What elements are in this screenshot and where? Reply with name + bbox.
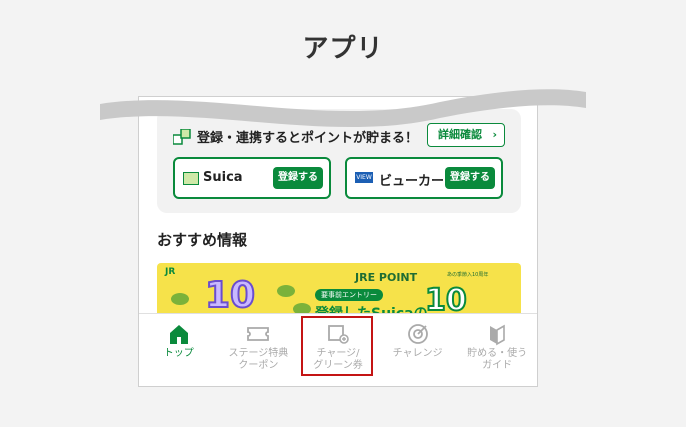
tab-top-label: トップ bbox=[163, 348, 194, 359]
tab-guide[interactable]: 貯める・使う ガイド bbox=[457, 314, 537, 386]
target-icon bbox=[406, 322, 430, 346]
viewcard-registration[interactable]: VIEW ビューカード 登録する bbox=[345, 157, 503, 199]
suica-register-button[interactable]: 登録する bbox=[273, 167, 323, 189]
tab-guide-label: 貯める・使う ガイド bbox=[467, 348, 528, 371]
suica-card-icon bbox=[183, 172, 199, 185]
guide-mark-icon bbox=[485, 322, 509, 346]
link-cards-icon bbox=[172, 127, 191, 145]
leaf-decoration bbox=[171, 293, 189, 305]
tab-challenge[interactable]: チャレンジ bbox=[378, 314, 458, 386]
home-icon bbox=[167, 322, 191, 346]
tab-challenge-label: チャレンジ bbox=[392, 348, 443, 359]
chevron-right-icon: › bbox=[492, 128, 497, 141]
tab-stage-coupon-label: ステージ特典 クーポン bbox=[228, 348, 289, 371]
tab-stage-coupon[interactable]: ステージ特典 クーポン bbox=[219, 314, 299, 386]
registration-card: 登録・連携するとポイントが貯まる！ 詳細確認 › Suica 登録する VIEW… bbox=[157, 109, 521, 213]
jr-logo: JR bbox=[165, 267, 176, 277]
tab-top[interactable]: トップ bbox=[139, 314, 219, 386]
suica-label: Suica bbox=[203, 170, 243, 185]
page-heading: アプリ bbox=[302, 34, 384, 64]
jre-point-logo: JRE POINT bbox=[355, 271, 418, 284]
detail-button-label: 詳細確認 bbox=[438, 128, 482, 141]
view-card-logo: VIEW bbox=[355, 172, 373, 183]
highlight-box bbox=[301, 316, 373, 376]
suica-registration[interactable]: Suica 登録する bbox=[173, 157, 331, 199]
viewcard-register-button[interactable]: 登録する bbox=[445, 167, 495, 189]
registration-header: 登録・連携するとポイントが貯まる！ bbox=[172, 127, 419, 146]
ticket-icon bbox=[246, 322, 270, 346]
banner-big-number: 10 bbox=[204, 274, 256, 317]
recommended-title: おすすめ情報 bbox=[157, 231, 248, 249]
banner-note: あの季節入10周年 bbox=[447, 272, 489, 278]
leaf-decoration bbox=[277, 285, 295, 297]
entry-badge: 要事前エントリー bbox=[315, 289, 383, 301]
registration-title: 登録・連携するとポイントが貯まる！ bbox=[197, 131, 419, 146]
detail-button[interactable]: 詳細確認 › bbox=[427, 123, 505, 147]
